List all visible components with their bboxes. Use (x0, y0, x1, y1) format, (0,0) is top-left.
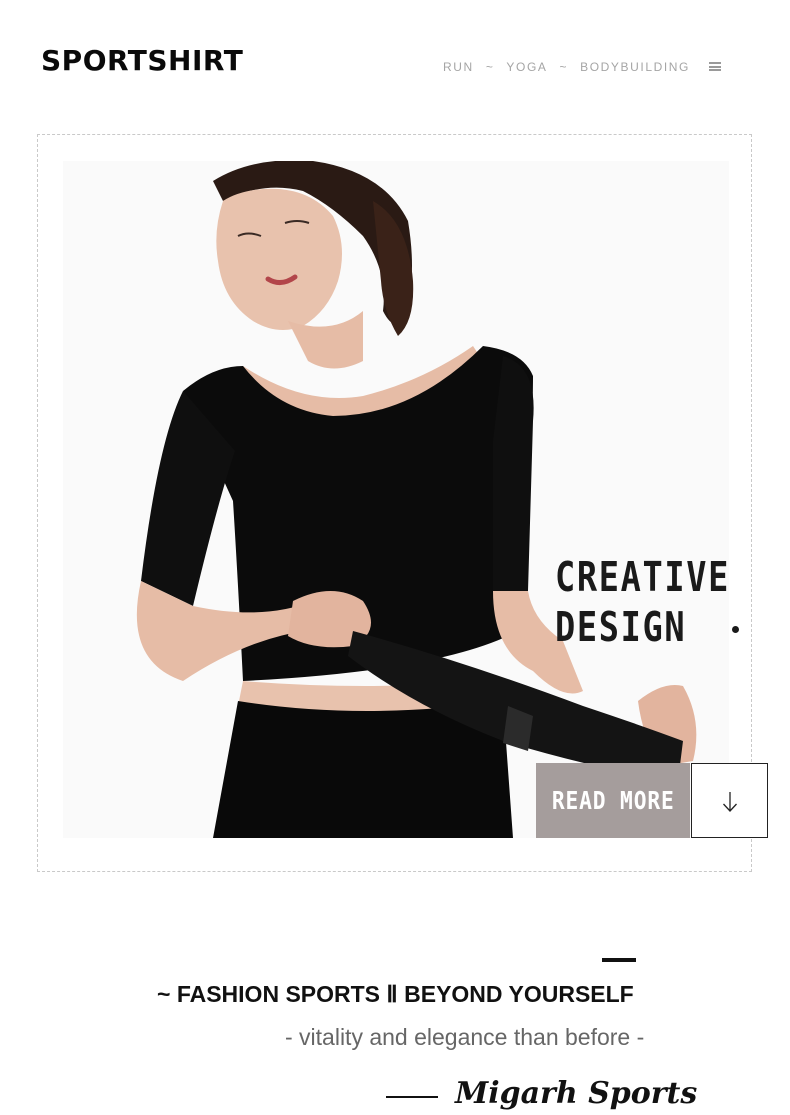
signature-line (386, 1096, 438, 1098)
headline-line-2: DESIGN (555, 603, 687, 651)
nav-separator: ~ (559, 60, 569, 74)
signature: Migarh Sports (455, 1076, 698, 1111)
hamburger-menu-icon[interactable] (709, 62, 721, 71)
subtagline: - vitality and elegance than before - (285, 1024, 645, 1050)
read-more-label: READ MORE (551, 786, 675, 815)
scroll-down-button[interactable] (691, 763, 768, 838)
nav-item-yoga[interactable]: YOGA (506, 60, 547, 74)
section-divider (602, 958, 636, 962)
hero-image (63, 161, 729, 838)
main-nav: RUN ~ YOGA ~ BODYBUILDING (443, 59, 690, 75)
brand-logo[interactable]: SPORTSHIRT (41, 44, 243, 77)
arrow-down-icon (723, 792, 737, 812)
headline-dot (732, 626, 739, 633)
hero-headline: CREATIVE DESIGN (555, 552, 730, 652)
nav-separator: ~ (485, 60, 495, 74)
nav-item-bodybuilding[interactable]: BODYBUILDING (580, 60, 690, 74)
tagline: ~ FASHION SPORTS Ⅱ BEYOND YOURSELF (157, 981, 634, 1007)
headline-line-1: CREATIVE (555, 553, 731, 601)
nav-item-run[interactable]: RUN (443, 60, 474, 74)
read-more-button[interactable]: READ MORE (536, 763, 690, 838)
